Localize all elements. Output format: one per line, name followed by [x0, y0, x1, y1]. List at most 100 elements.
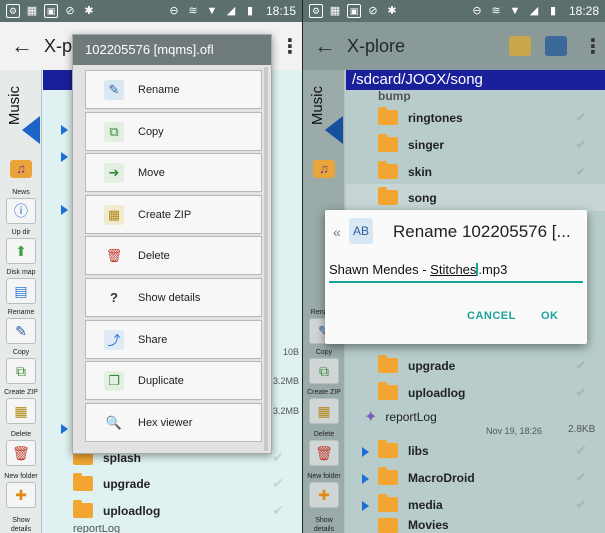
overflow-menu-icon[interactable]: ⋮	[278, 34, 302, 59]
file-size: 3.2MB	[273, 376, 300, 386]
menu-item-move[interactable]: ➜ Move	[85, 153, 262, 192]
expand-arrow-icon[interactable]	[61, 152, 68, 162]
folder-name: upgrade	[103, 476, 151, 491]
menu-item-hex-viewer[interactable]: 🔍 Hex viewer	[85, 403, 262, 442]
rename-icon: ✎	[104, 79, 124, 100]
menu-item-share[interactable]: ⤴ Share	[85, 320, 262, 359]
menu-item-label: Show details	[138, 291, 201, 304]
list-item-file[interactable]: ✦ reportLog	[346, 403, 605, 430]
music-note-icon: ♫	[10, 160, 32, 178]
folder-name: Movies	[408, 518, 449, 532]
tool-delete[interactable]: Delete 🗑	[306, 430, 342, 466]
file-size: 2.8KB	[568, 424, 596, 435]
copy-icon: ⧉	[104, 121, 124, 142]
list-item-folder[interactable]: uploadlog ✔	[43, 497, 302, 524]
menu-item-create-zip[interactable]: ▦ Create ZIP	[85, 195, 262, 234]
rename-dialog: « AB Rename 102205576 [... Shawn Mendes …	[325, 210, 587, 344]
menu-item-show-details[interactable]: ? Show details	[85, 278, 262, 317]
expand-arrow-icon[interactable]	[61, 125, 68, 135]
rename-icon: ✎	[6, 318, 36, 344]
list-item-folder[interactable]: media ✔	[346, 491, 605, 518]
list-item-folder[interactable]: Movies	[346, 518, 605, 533]
tool-show-details[interactable]: Show details	[3, 516, 39, 533]
list-item-folder[interactable]: ringtones ✔	[346, 104, 605, 131]
list-item-folder[interactable]: skin ✔	[346, 158, 605, 185]
check-icon[interactable]: ✔	[575, 109, 587, 126]
menu-item-label: Delete	[138, 249, 170, 262]
tool-label: Delete	[10, 431, 32, 438]
menu-item-label: Copy	[138, 125, 164, 138]
back-arrow-icon[interactable]: ←	[303, 33, 347, 59]
check-icon[interactable]: ✔	[272, 475, 284, 492]
tool-rename[interactable]: Rename ✎	[3, 308, 39, 344]
folder-name: media	[408, 497, 443, 512]
overflow-menu-icon[interactable]: ⋮	[581, 34, 605, 59]
check-icon[interactable]: ✔	[575, 469, 587, 486]
list-item-folder[interactable]: upgrade ✔	[43, 470, 302, 497]
list-item-folder[interactable]: MacroDroid ✔	[346, 464, 605, 491]
tool-copy[interactable]: Copy ⧉	[306, 348, 342, 384]
tool-label: Delete	[313, 431, 335, 438]
expand-arrow-icon[interactable]	[61, 424, 68, 434]
list-item-folder[interactable]: song	[346, 184, 605, 211]
path-bar[interactable]: /sdcard/JOOX/song	[346, 70, 605, 90]
music-tab[interactable]: Music ♫	[307, 76, 343, 186]
context-menu-scrollbar[interactable]	[264, 67, 268, 451]
vibrate-icon: ≋	[188, 5, 198, 17]
left-screen: ⚙ ▦ ▣ ⊘ ✱ ⊖ ≋ ▼ ◢ ▮ 18:15 ← X-p ⋮ Music …	[0, 0, 302, 533]
list-item-folder[interactable]: uploadlog ✔	[346, 379, 605, 406]
chevron-left-icon[interactable]: «	[333, 224, 341, 240]
check-icon[interactable]: ✔	[575, 496, 587, 513]
list-item-folder[interactable]: singer ✔	[346, 131, 605, 158]
list-item-folder[interactable]: upgrade ✔	[346, 352, 605, 379]
tool-news[interactable]: News ⓘ	[3, 188, 39, 224]
check-icon[interactable]: ✔	[575, 163, 587, 180]
tool-copy[interactable]: Copy ⧉	[3, 348, 39, 384]
list-item-folder[interactable]: libs ✔	[346, 437, 605, 464]
tool-up-dir[interactable]: Up dir ⬆	[3, 228, 39, 264]
file-name: reportLog	[385, 409, 437, 424]
music-tab[interactable]: Music ♫	[4, 76, 40, 186]
check-icon[interactable]: ✔	[575, 136, 587, 153]
check-icon[interactable]: ✔	[575, 384, 587, 401]
check-icon[interactable]: ✔	[575, 357, 587, 374]
image-notification-icon: ▣	[44, 4, 58, 18]
folder-icon	[73, 473, 93, 491]
ok-button[interactable]: OK	[541, 310, 559, 322]
tool-label: Show details	[313, 517, 335, 533]
battery-icon: ▮	[246, 5, 253, 17]
tool-label: Disk map	[6, 269, 36, 276]
right-screen: ⚙ ▦ ▣ ⊘ ✱ ⊖ ≋ ▼ ◢ ▮ 18:28 ← X-plore ⋮ Mu…	[303, 0, 605, 533]
tool-new-folder[interactable]: New folder ✚	[3, 472, 39, 508]
menu-item-label: Duplicate	[138, 374, 184, 387]
tool-new-folder[interactable]: New folder ✚	[306, 472, 342, 508]
dnd-icon: ⊖	[472, 5, 482, 17]
filename-input[interactable]: Shawn Mendes - Stitches .mp3	[329, 262, 583, 283]
back-arrow-icon[interactable]: ←	[0, 33, 44, 59]
tool-label: Rename	[7, 309, 35, 316]
tool-label: Up dir	[11, 229, 31, 236]
menu-item-rename[interactable]: ✎ Rename	[85, 70, 262, 109]
menu-item-copy[interactable]: ⧉ Copy	[85, 112, 262, 151]
menu-item-duplicate[interactable]: ❐ Duplicate	[85, 361, 262, 400]
tool-create-zip[interactable]: Create ZIP ▦	[3, 388, 39, 424]
menu-item-delete[interactable]: 🗑 Delete	[85, 236, 262, 275]
tool-show-details[interactable]: Show details	[306, 516, 342, 533]
grid-notification-icon: ▦	[329, 5, 341, 17]
zip-icon: ▦	[6, 398, 36, 424]
check-icon[interactable]: ✔	[272, 502, 284, 519]
folder-icon	[378, 494, 398, 512]
cancel-button[interactable]: CANCEL	[467, 310, 516, 322]
folder-icon	[378, 518, 398, 533]
binoculars-icon[interactable]	[509, 36, 531, 56]
tool-label: New folder	[307, 473, 341, 480]
tool-delete[interactable]: Delete 🗑	[3, 430, 39, 466]
signal-icon: ◢	[529, 5, 539, 17]
check-icon[interactable]: ✔	[575, 442, 587, 459]
tool-disk-map[interactable]: Disk map ▤	[3, 268, 39, 304]
check-icon[interactable]: ✔	[272, 449, 284, 466]
screen-icon[interactable]	[545, 36, 567, 56]
list-item-partial: reportLog	[43, 525, 302, 533]
tool-create-zip[interactable]: Create ZIP ▦	[306, 388, 342, 424]
expand-arrow-icon[interactable]	[61, 205, 68, 215]
